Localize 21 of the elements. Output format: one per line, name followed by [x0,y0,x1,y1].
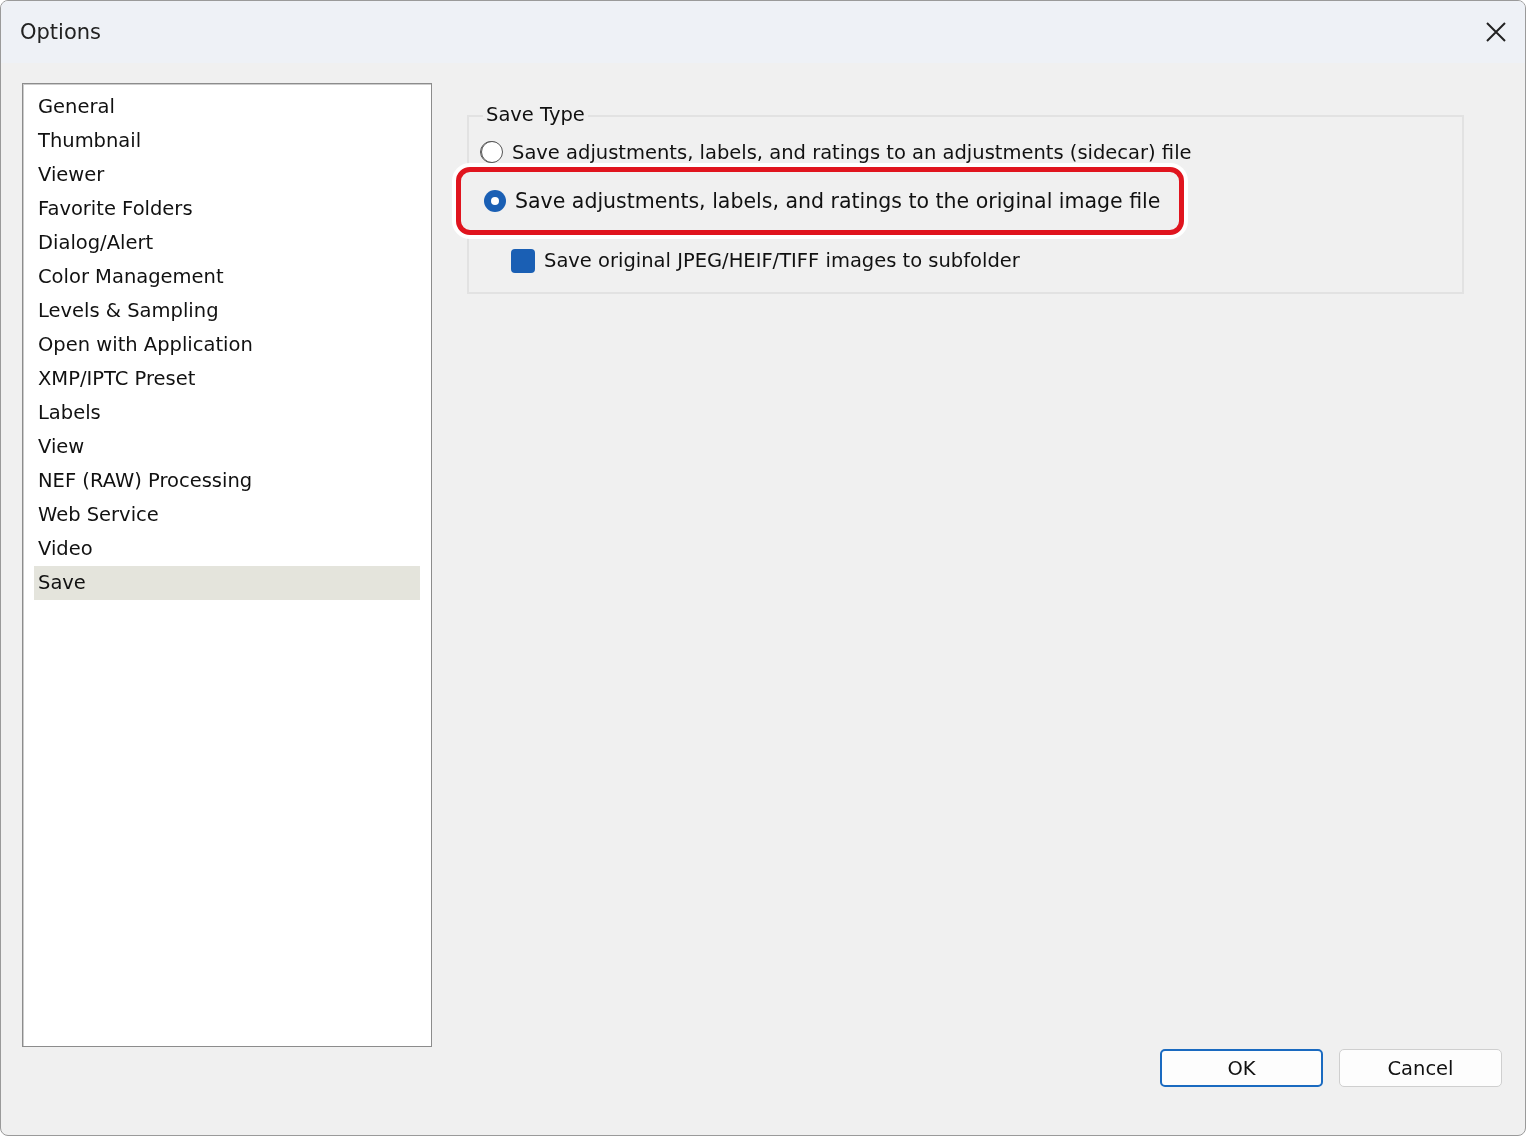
sidebar-item[interactable]: Open with Application [34,328,420,362]
sidebar-item[interactable]: Dialog/Alert [34,226,420,260]
window-title: Options [20,20,102,44]
sidebar-item[interactable]: View [34,430,420,464]
sidebar-item[interactable]: XMP/IPTC Preset [34,362,420,396]
sidebar-item[interactable]: General [34,90,420,124]
sidebar-item[interactable]: NEF (RAW) Processing [34,464,420,498]
sidebar-item[interactable]: Color Management [34,260,420,294]
sidebar-item[interactable]: Thumbnail [34,124,420,158]
sidebar-item[interactable]: Save [34,566,420,600]
dialog-button[interactable]: Cancel [1339,1049,1502,1087]
sidebar-item[interactable]: Levels & Sampling [34,294,420,328]
sidebar-item[interactable]: Labels [34,396,420,430]
sidebar-item[interactable]: Web Service [34,498,420,532]
option-label: Save original JPEG/HEIF/TIFF images to subfolder [544,249,1020,272]
option-label: Save adjustments, labels, and ratings to the original image file [515,189,1161,213]
sidebar-item[interactable]: Favorite Folders [34,192,420,226]
option-label: Save adjustments, labels, and ratings to an adjustments (sidecar) file [512,140,1192,164]
sidebar-item[interactable]: Viewer [34,158,420,192]
sidebar-item[interactable]: Video [34,532,420,566]
dialog-button[interactable]: OK [1160,1049,1323,1087]
